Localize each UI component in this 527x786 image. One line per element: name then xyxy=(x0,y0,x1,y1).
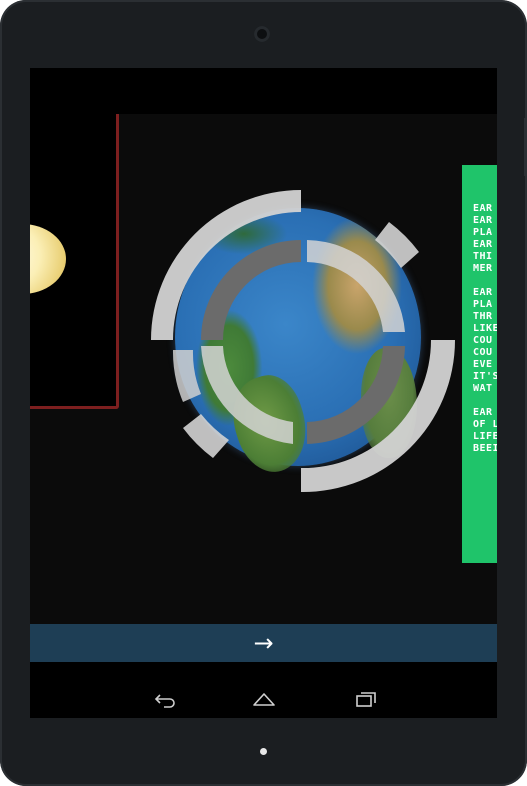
bottom-bar: → xyxy=(30,624,497,662)
info-text-line: PLA xyxy=(473,299,493,310)
game-area: EAR EAR PLA EAR THI MER EAR PLA THR LIKE COU COU EVE… xyxy=(30,114,497,624)
next-button[interactable]: → xyxy=(234,624,294,662)
info-text-line: LIFE xyxy=(473,431,497,442)
outer-ring-segment-bottom-right[interactable] xyxy=(301,340,455,493)
info-text-line: EAR xyxy=(473,287,493,298)
home-indicator-dot xyxy=(260,748,267,755)
info-text-line: WAT xyxy=(473,383,493,394)
info-text-line: PLA xyxy=(473,227,493,238)
front-camera xyxy=(254,26,270,42)
arrow-right-icon: → xyxy=(253,629,274,657)
recents-icon[interactable] xyxy=(354,690,378,708)
navigation-bar xyxy=(30,680,497,718)
info-text-line: EVE xyxy=(473,359,493,370)
earth-puzzle[interactable] xyxy=(143,182,463,502)
info-text-line: EAR xyxy=(473,215,493,226)
outer-ring-segment-left-mid[interactable] xyxy=(172,350,201,402)
info-text-line: OF L xyxy=(473,419,497,430)
puzzle-rings[interactable] xyxy=(143,182,463,502)
outer-ring-segment-top-right[interactable] xyxy=(375,222,419,268)
tablet-device: EAR EAR PLA EAR THI MER EAR PLA THR LIKE COU COU EVE… xyxy=(0,0,527,786)
home-icon[interactable] xyxy=(252,690,276,708)
info-text-line: EAR xyxy=(473,203,493,214)
info-text-line: IT'S xyxy=(473,371,497,382)
info-text-line: MER xyxy=(473,263,493,274)
screen: EAR EAR PLA EAR THI MER EAR PLA THR LIKE COU COU EVE… xyxy=(30,68,497,718)
info-text-line: BEEI xyxy=(473,443,497,454)
middle-ring-segment-bottom-right[interactable] xyxy=(307,346,405,444)
info-text-line: EAR xyxy=(473,239,493,250)
middle-ring-segment-top-left[interactable] xyxy=(201,240,301,340)
back-icon[interactable] xyxy=(152,690,176,708)
info-panel: EAR EAR PLA EAR THI MER EAR PLA THR LIKE COU COU EVE… xyxy=(462,165,497,563)
info-text-line: COU xyxy=(473,347,493,358)
info-text-line: LIKE xyxy=(473,323,497,334)
info-text-line: THR xyxy=(473,311,493,322)
sun-panel[interactable] xyxy=(30,114,119,409)
info-text-line: COU xyxy=(473,335,493,346)
info-text-line: THI xyxy=(473,251,493,262)
sun-image[interactable] xyxy=(30,224,66,294)
info-text-line: EAR xyxy=(473,407,493,418)
outer-ring-segment-bottom-left[interactable] xyxy=(183,414,229,458)
